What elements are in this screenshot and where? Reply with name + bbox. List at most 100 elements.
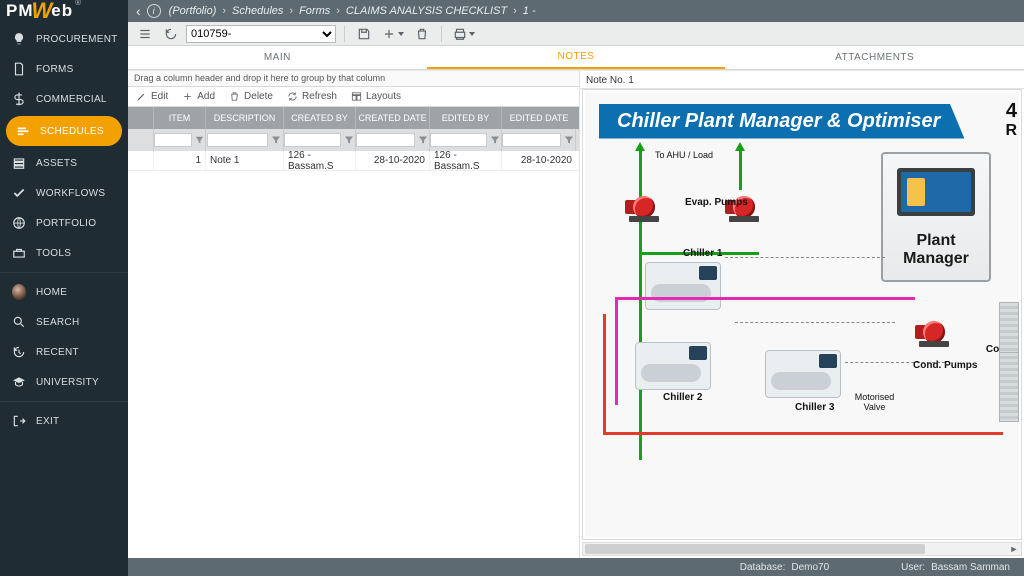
schedule-icon bbox=[16, 124, 30, 138]
table-row[interactable]: 1 Note 1 126 - Bassam.S 28-10-2020 126 -… bbox=[128, 151, 579, 171]
filter-edt-input[interactable] bbox=[502, 133, 560, 147]
filter-eby-input[interactable] bbox=[430, 133, 487, 147]
tab-notes[interactable]: NOTES bbox=[427, 46, 726, 69]
row-checkbox[interactable] bbox=[128, 151, 154, 170]
breadcrumb-seg[interactable]: Forms bbox=[299, 5, 330, 17]
grid-layouts-button[interactable]: Layouts bbox=[351, 91, 401, 102]
grid-add-label: Add bbox=[197, 91, 215, 102]
col-checkbox[interactable] bbox=[128, 107, 154, 129]
filter-cby-input[interactable] bbox=[284, 133, 341, 147]
col-edited-by[interactable]: EDITED BY bbox=[430, 107, 502, 129]
filter-desc-input[interactable] bbox=[207, 133, 269, 147]
tab-main[interactable]: MAIN bbox=[128, 46, 427, 69]
diagram-cut-number: 4 bbox=[1006, 100, 1017, 123]
grid-edit-label: Edit bbox=[151, 91, 168, 102]
grid-refresh-button[interactable]: Refresh bbox=[287, 91, 337, 102]
nav-label: UNIVERSITY bbox=[36, 377, 99, 388]
nav-procurement[interactable]: PROCUREMENT bbox=[0, 24, 128, 54]
breadcrumb-seg[interactable]: CLAIMS ANALYSIS CHECKLIST bbox=[346, 5, 507, 17]
nav-portfolio[interactable]: PORTFOLIO bbox=[0, 208, 128, 238]
col-description[interactable]: DESCRIPTION bbox=[206, 107, 284, 129]
filter-icon[interactable] bbox=[563, 134, 575, 146]
record-select[interactable]: 010759- bbox=[186, 25, 336, 43]
breadcrumb-seg[interactable]: (Portfolio) bbox=[169, 5, 217, 17]
info-icon[interactable]: i bbox=[147, 4, 161, 18]
back-chevron-icon[interactable]: ‹ bbox=[136, 3, 141, 19]
nav-schedules[interactable]: SCHEDULES bbox=[6, 116, 122, 146]
grid-refresh-label: Refresh bbox=[302, 91, 337, 102]
grid-body: 1 Note 1 126 - Bassam.S 28-10-2020 126 -… bbox=[128, 151, 579, 558]
chiller-1 bbox=[645, 262, 721, 310]
breadcrumb-seg[interactable]: Schedules bbox=[232, 5, 283, 17]
filter-item[interactable] bbox=[154, 129, 206, 151]
delete-button[interactable] bbox=[411, 24, 433, 44]
grid-filter-row bbox=[128, 129, 579, 151]
label-chiller2: Chiller 2 bbox=[663, 392, 702, 403]
grid-add-button[interactable]: Add bbox=[182, 91, 215, 102]
history-icon bbox=[12, 345, 26, 359]
filter-icon[interactable] bbox=[343, 134, 355, 146]
chevron-down-icon bbox=[469, 32, 475, 36]
nav-search[interactable]: SEARCH bbox=[0, 307, 128, 337]
nav-tools[interactable]: TOOLS bbox=[0, 238, 128, 268]
filter-edited-date[interactable] bbox=[502, 129, 576, 151]
nav-university[interactable]: UNIVERSITY bbox=[0, 367, 128, 397]
nav-workflows[interactable]: WORKFLOWS bbox=[0, 178, 128, 208]
nav-exit[interactable]: EXIT bbox=[0, 406, 128, 436]
print-button[interactable] bbox=[450, 24, 478, 44]
grid-delete-button[interactable]: Delete bbox=[229, 91, 273, 102]
label-evap-pumps: Evap. Pumps bbox=[685, 197, 748, 208]
nav-commercial[interactable]: COMMERCIAL bbox=[0, 84, 128, 114]
filter-icon[interactable] bbox=[417, 134, 429, 146]
group-by-bar[interactable]: Drag a column header and drop it here to… bbox=[128, 71, 579, 87]
col-edited-date[interactable]: EDITED DATE bbox=[502, 107, 576, 129]
nav-label: RECENT bbox=[36, 347, 79, 358]
tab-attachments[interactable]: ATTACHMENTS bbox=[725, 46, 1024, 69]
filter-created-by[interactable] bbox=[284, 129, 356, 151]
logo-reg: ® bbox=[75, 0, 82, 7]
globe-icon bbox=[12, 216, 26, 230]
nav-primary: PROCUREMENT FORMS COMMERCIAL SCHEDULES A… bbox=[0, 24, 128, 436]
cell-created-by: 126 - Bassam.S bbox=[284, 151, 356, 170]
save-button[interactable] bbox=[353, 24, 375, 44]
add-button[interactable] bbox=[379, 24, 407, 44]
nav-label: WORKFLOWS bbox=[36, 188, 105, 199]
nav-recent[interactable]: RECENT bbox=[0, 337, 128, 367]
history-button[interactable] bbox=[160, 24, 182, 44]
nav-label: TOOLS bbox=[36, 248, 71, 259]
nav-assets[interactable]: ASSETS bbox=[0, 148, 128, 178]
filter-cdt-input[interactable] bbox=[356, 133, 414, 147]
list-button[interactable] bbox=[134, 24, 156, 44]
pipe bbox=[603, 314, 606, 434]
col-created-date[interactable]: CREATED DATE bbox=[356, 107, 430, 129]
pipe bbox=[603, 432, 1003, 435]
avatar-icon bbox=[12, 285, 26, 299]
grid-edit-button[interactable]: Edit bbox=[136, 91, 168, 102]
app-logo: PM W eb ® bbox=[0, 0, 128, 22]
filter-item-input[interactable] bbox=[154, 133, 192, 147]
filter-edited-by[interactable] bbox=[430, 129, 502, 151]
diagram-title-text: Chiller Plant Manager & Optimiser bbox=[599, 104, 964, 139]
nav-forms[interactable]: FORMS bbox=[0, 54, 128, 84]
cell-item: 1 bbox=[154, 151, 206, 170]
filter-icon[interactable] bbox=[270, 134, 282, 146]
horizontal-scrollbar[interactable]: ◄ ► bbox=[582, 542, 1022, 556]
nav-label: PROCUREMENT bbox=[36, 34, 118, 45]
content: Drag a column header and drop it here to… bbox=[128, 70, 1024, 558]
filter-description[interactable] bbox=[206, 129, 284, 151]
filter-icon[interactable] bbox=[489, 134, 501, 146]
col-created-by[interactable]: CREATED BY bbox=[284, 107, 356, 129]
scroll-right-icon[interactable]: ► bbox=[1007, 543, 1021, 555]
breadcrumb-seg[interactable]: 1 - bbox=[523, 5, 536, 17]
col-item[interactable]: ITEM bbox=[154, 107, 206, 129]
logo-w: W bbox=[32, 0, 54, 24]
filter-created-date[interactable] bbox=[356, 129, 430, 151]
filter-icon[interactable] bbox=[194, 134, 205, 146]
chiller-2 bbox=[635, 342, 711, 390]
nav-home[interactable]: HOME bbox=[0, 277, 128, 307]
scroll-thumb[interactable] bbox=[585, 544, 925, 554]
grid-header-row: ITEM DESCRIPTION CREATED BY CREATED DATE… bbox=[128, 107, 579, 129]
label-to-ahu: To AHU / Load bbox=[655, 150, 713, 160]
grid-toolbar: Edit Add Delete Refresh Layouts bbox=[128, 87, 579, 107]
document-icon bbox=[12, 62, 26, 76]
